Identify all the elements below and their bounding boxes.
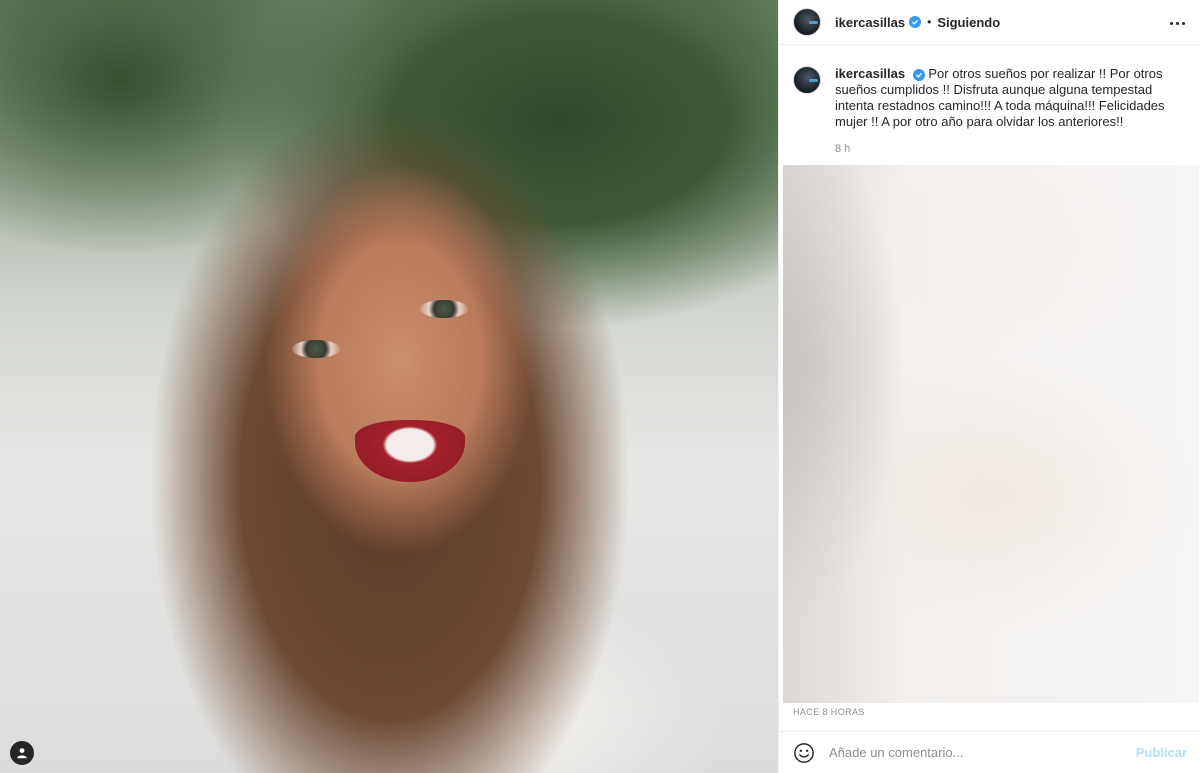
comment-bar: Publicar <box>779 731 1200 773</box>
emoji-icon[interactable] <box>793 742 815 764</box>
caption-time-ago[interactable]: 8 h <box>835 143 850 155</box>
post-photo[interactable] <box>0 0 778 773</box>
caption-body: ikercasillas Por otros sueños por realiz… <box>835 66 1193 130</box>
user-tag-button[interactable] <box>10 741 34 765</box>
header-username[interactable]: ikercasillas <box>835 15 905 30</box>
comments-area-blurred <box>783 165 1199 703</box>
post-timestamp[interactable]: HACE 8 HORAS <box>793 707 865 717</box>
publish-button[interactable]: Publicar <box>1136 745 1187 760</box>
caption-avatar[interactable] <box>793 66 821 94</box>
post-side-panel: ikercasillas • Siguiendo ikercasillas Po… <box>778 0 1200 773</box>
photo-detail-lips <box>355 420 465 482</box>
header-separator: • <box>927 15 932 29</box>
photo-detail-eye-left <box>292 340 340 358</box>
comment-input[interactable] <box>829 742 1136 763</box>
follow-status-button[interactable]: Siguiendo <box>937 15 1000 30</box>
caption-username[interactable]: ikercasillas <box>835 66 905 81</box>
verified-badge-icon <box>912 69 925 81</box>
avatar[interactable] <box>793 8 821 36</box>
verified-badge-icon <box>909 16 922 28</box>
post-caption: ikercasillas Por otros sueños por realiz… <box>793 66 1193 130</box>
post-header: ikercasillas • Siguiendo <box>779 0 1200 45</box>
user-tag-icon <box>17 748 27 759</box>
photo-detail-eye-right <box>420 300 468 318</box>
more-options-icon[interactable] <box>1167 13 1187 33</box>
